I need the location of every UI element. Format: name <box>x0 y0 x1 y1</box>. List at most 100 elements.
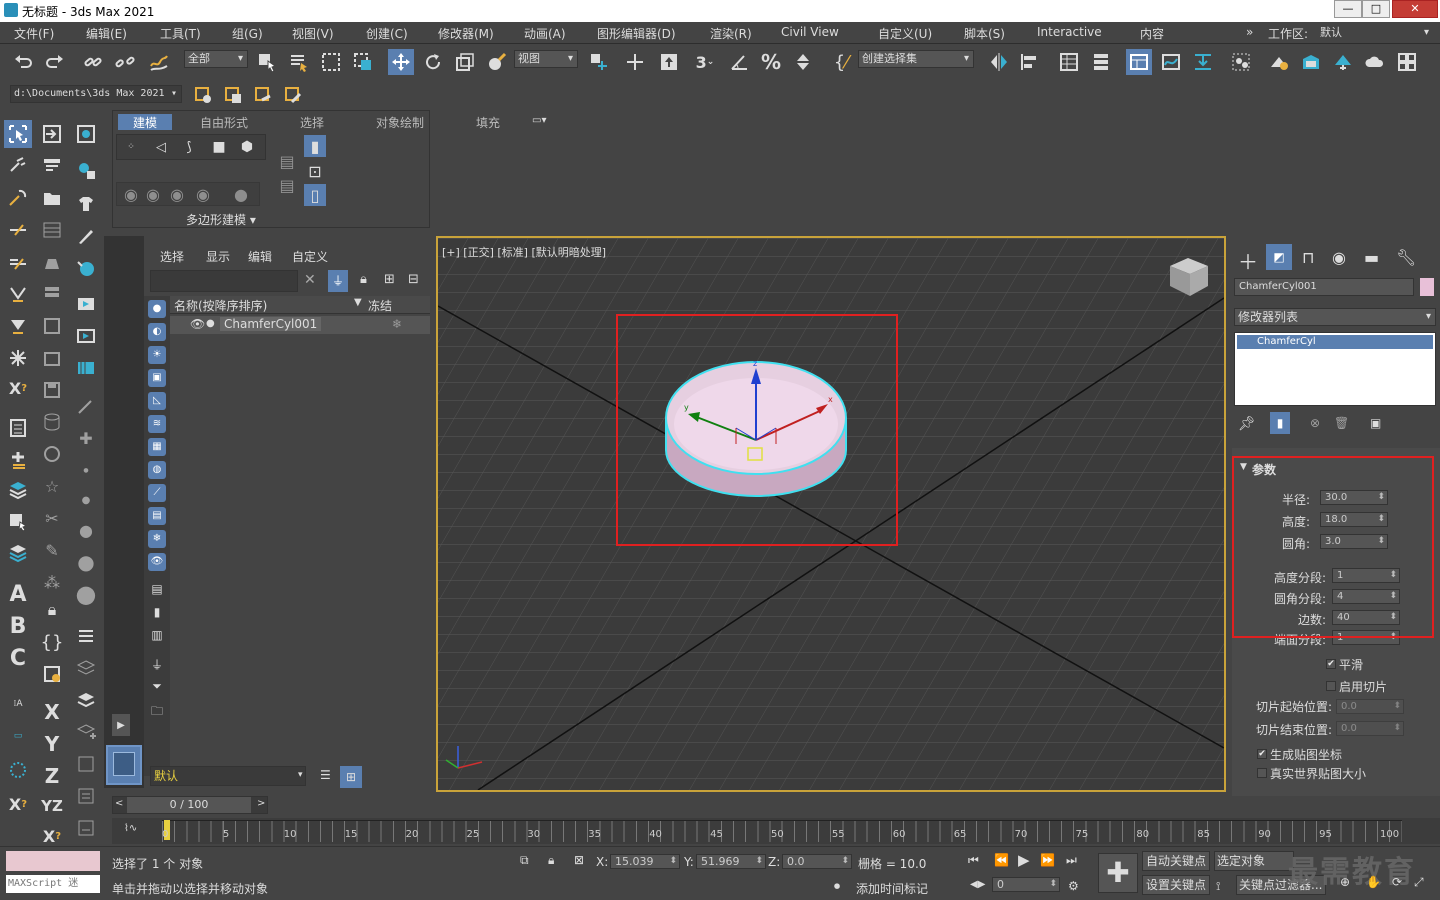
menu-group[interactable]: 组(G) <box>232 25 263 42</box>
shrink-select-icon[interactable] <box>4 248 32 276</box>
ribbon-side-1-icon[interactable]: ▤ <box>274 148 300 174</box>
film-clip-icon[interactable] <box>72 290 100 318</box>
menu-file[interactable]: 文件(F) <box>14 25 54 42</box>
freeze-icon[interactable]: ❄ <box>392 317 402 331</box>
keyboard-shortcut-override-icon[interactable] <box>656 49 682 75</box>
slice-from-spinner[interactable]: 0.0 <box>1336 699 1404 714</box>
zoom-extents-icon[interactable]: ⊕ <box>1340 875 1350 889</box>
scissors-tool-icon[interactable]: ✂ <box>38 504 66 532</box>
make-unique-icon[interactable]: ⊗ <box>1310 416 1320 430</box>
material-editor-icon[interactable] <box>1228 49 1254 75</box>
brace-icon[interactable]: {} <box>38 628 66 656</box>
filter-shapes-icon[interactable]: ◐ <box>148 323 166 341</box>
display-none-icon[interactable]: ▮ <box>148 605 166 623</box>
disk-tool-icon[interactable] <box>38 376 66 404</box>
grow-select-icon[interactable] <box>4 216 32 244</box>
layer-view-icon[interactable]: ⊞ <box>340 766 362 788</box>
filter-icon[interactable]: ⏚ <box>328 270 348 292</box>
minimize-button[interactable]: — <box>1334 0 1362 18</box>
sphere-tool-icon[interactable] <box>72 254 100 282</box>
show-end-result-icon[interactable]: ▮ <box>1270 412 1290 434</box>
play-icon[interactable]: ▶ <box>1018 851 1030 869</box>
set-key-big-button[interactable]: ✚ <box>1098 853 1138 893</box>
filter-lights-icon[interactable]: ☀ <box>148 346 166 364</box>
align-a-icon[interactable]: ⁞A <box>4 690 32 718</box>
modifier-stack-item[interactable]: ChamferCyl <box>1237 335 1433 349</box>
render-production-icon[interactable] <box>1330 49 1356 75</box>
lock-icon[interactable]: 🔒︎ <box>38 596 66 624</box>
menu-modifiers[interactable]: 修改器(M) <box>438 25 494 42</box>
ring-select-icon[interactable] <box>4 312 32 340</box>
filter-xrefs-icon[interactable]: ◍ <box>148 461 166 479</box>
align-icon[interactable] <box>1016 49 1042 75</box>
border-icon[interactable]: ⟆ <box>176 134 202 160</box>
paint-select-icon[interactable] <box>4 184 32 212</box>
viewcube-icon[interactable] <box>1164 252 1214 302</box>
add-time-tag-label[interactable]: 添加时间标记 <box>856 880 928 897</box>
layers-view-icon[interactable]: ⊟ <box>408 272 419 287</box>
circle-tool-icon[interactable] <box>38 440 66 468</box>
spinner-snap-icon[interactable] <box>790 49 816 75</box>
scene-tab-display[interactable]: 显示 <box>206 248 230 265</box>
wand-icon[interactable] <box>72 392 100 420</box>
nodes-tool-icon[interactable]: ⁂ <box>38 568 66 596</box>
polygon-icon[interactable]: ■ <box>206 134 232 160</box>
element-icon[interactable]: ⬢ <box>234 134 260 160</box>
menu-create[interactable]: 创建(C) <box>366 25 408 42</box>
maximize-button[interactable]: □ <box>1362 0 1390 18</box>
selected-objects-dropdown[interactable]: 选定对象 <box>1214 851 1294 871</box>
bind-space-warp-icon[interactable] <box>146 49 172 75</box>
prev-frame-icon[interactable]: ⏪ <box>994 853 1009 867</box>
time-next-icon[interactable]: > <box>257 798 265 809</box>
layer-stack3-icon[interactable] <box>72 654 100 682</box>
ribbon-options-icon[interactable]: ▭▾ <box>532 115 546 126</box>
modify-border-icon[interactable]: ◉ <box>164 181 190 207</box>
curve-editor-icon[interactable] <box>1158 49 1184 75</box>
filter-combo-icon[interactable]: ⏚ <box>148 656 166 674</box>
redo-icon[interactable] <box>42 49 68 75</box>
mini-curve-editor-icon[interactable]: ⌇∿ <box>124 823 137 834</box>
key-mode-icon[interactable]: ◀▶ <box>970 879 985 890</box>
filter-geometry-icon[interactable]: ● <box>148 300 166 318</box>
toggle-scene-explorer-icon[interactable] <box>1056 49 1082 75</box>
next-frame-icon[interactable]: ⏩ <box>1040 853 1055 867</box>
ribbon-tab-modeling[interactable]: 建模 <box>118 114 172 130</box>
filter-folder-icon[interactable]: 🗀 <box>148 702 166 720</box>
maxscript-input[interactable]: MAXScript 迷 <box>6 875 100 893</box>
menu-rendering[interactable]: 渲染(R) <box>710 25 752 42</box>
viewport-label[interactable]: [+] [正交] [标准] [默认明暗处理] <box>442 244 606 260</box>
ribbon-panel-label[interactable]: 多边形建模 ▾ <box>186 211 256 228</box>
edit-named-selection-icon[interactable]: {⁄ <box>828 49 854 75</box>
text-c-icon[interactable]: C <box>4 644 32 672</box>
project-path-dropdown[interactable]: d:\Documents\3ds Max 2021 <box>10 85 182 103</box>
scene-tab-select[interactable]: 选择 <box>160 248 184 265</box>
mirror-icon[interactable] <box>986 49 1012 75</box>
menu-graph-editors[interactable]: 图形编辑器(D) <box>597 25 676 42</box>
star-tool-icon[interactable]: ☆ <box>38 472 66 500</box>
xy-select-icon[interactable]: X? <box>4 374 32 402</box>
absolute-mode-icon[interactable]: ⊠ <box>574 853 584 867</box>
layer-paste-icon[interactable] <box>72 814 100 842</box>
rectangular-selection-icon[interactable] <box>318 49 344 75</box>
scene-object-name[interactable]: ChamferCyl001 <box>220 317 322 331</box>
pivot-point-center-icon[interactable] <box>586 49 612 75</box>
stack-modifier-icon[interactable] <box>4 414 32 442</box>
select-object-icon[interactable] <box>254 49 280 75</box>
scene-tab-customize[interactable]: 自定义 <box>292 248 328 265</box>
orbit-icon[interactable]: ⟳ <box>1392 875 1402 889</box>
a360-gallery-icon[interactable] <box>1394 49 1420 75</box>
layer-stack4-icon[interactable] <box>72 686 100 714</box>
modify-element-icon[interactable]: ● <box>228 181 254 207</box>
menu-content[interactable]: 内容 <box>1140 25 1164 42</box>
filter-bones-icon[interactable]: ⟋ <box>148 484 166 502</box>
gen-map-coords-checkbox[interactable]: ✔ <box>1257 749 1267 759</box>
display-tab-icon[interactable]: ▬ <box>1364 248 1379 267</box>
filter-cameras-icon[interactable]: ▣ <box>148 369 166 387</box>
dot-xlarge-icon[interactable]: ● <box>72 548 100 576</box>
select-by-name-icon[interactable] <box>286 49 312 75</box>
manipulate-icon[interactable] <box>622 49 648 75</box>
hierarchy-icon[interactable]: ⊞ <box>384 272 395 287</box>
dot-medium-icon[interactable]: ● <box>72 486 100 514</box>
create-tab-icon[interactable]: ＋ <box>1238 246 1258 275</box>
dotted-circle-icon[interactable] <box>4 756 32 784</box>
